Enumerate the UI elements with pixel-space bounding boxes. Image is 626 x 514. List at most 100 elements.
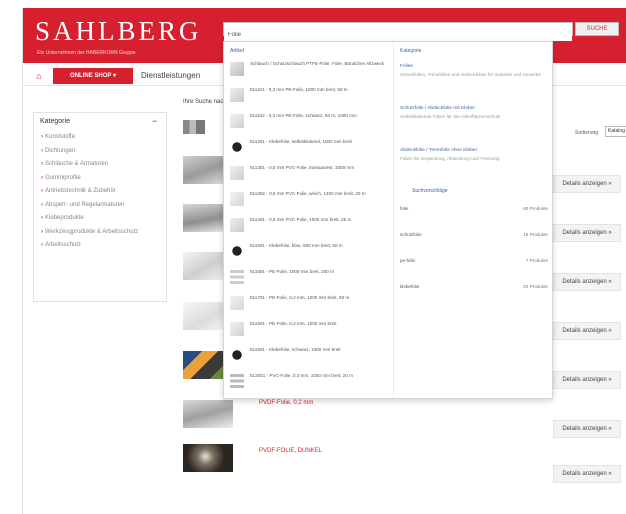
details-button[interactable]: Details anzeigen » xyxy=(553,322,621,340)
details-button[interactable]: Details anzeigen » xyxy=(553,371,621,389)
suggestion-item[interactable]: 511901 - Klebefolie, schwarz, 1000 mm br… xyxy=(230,346,390,372)
suggestion-term-label: klebefolie xyxy=(400,284,420,289)
product-image[interactable] xyxy=(183,444,233,472)
sidebar-item-label: Antriebstechnik & Zubehör xyxy=(45,188,116,194)
product-thumbnail xyxy=(230,192,244,206)
suggestions-heading: Suchvorschläge xyxy=(412,188,448,194)
sidebar-item[interactable]: › Kunststoffe xyxy=(41,133,165,141)
sidebar-item-label: Absperr- und Regelarmaturen xyxy=(45,201,125,208)
categories-heading: Kategorie xyxy=(400,48,422,54)
search-suggestions-dropdown: Artikel Schlauch / Schutzschlauch PTFE-F… xyxy=(223,41,553,399)
sidebar-item[interactable]: › Gummiprofile xyxy=(41,174,165,182)
search-input[interactable] xyxy=(224,29,572,41)
sidebar-item[interactable]: › Dichtungen xyxy=(41,147,165,155)
sidebar-item[interactable]: › Arbeitsschutz xyxy=(41,241,165,249)
product-image[interactable] xyxy=(183,400,233,428)
suggestion-count: 7 Produkte xyxy=(525,258,548,263)
product-thumbnail xyxy=(230,322,244,336)
details-button[interactable]: Details anzeigen » xyxy=(553,465,621,483)
logo[interactable]: SAHLBERG xyxy=(35,16,202,47)
chevron-right-icon: › xyxy=(41,147,43,154)
category-suggestions: Kategorie Folien Schutzfolien, Trennfoli… xyxy=(394,42,554,398)
details-button[interactable]: Details anzeigen » xyxy=(553,273,621,291)
chevron-right-icon: › xyxy=(41,174,43,181)
product-thumbnail xyxy=(230,114,244,128)
product-link[interactable]: PVDF-FOLIE, DUNKEL xyxy=(259,448,322,454)
sidebar-item[interactable]: › Antriebstechnik & Zubehör xyxy=(41,187,165,195)
page: SAHLBERG Ein Unternehmen der HABERKORN G… xyxy=(22,8,626,514)
suggestion-text: 511601 - PE-Folie, 1000 mm breit, 200 m xyxy=(250,269,334,274)
search-field[interactable] xyxy=(223,22,573,41)
category-sidebar: Kategorie − › Kunststoffe › Dichtungen › Sc… xyxy=(33,112,167,302)
nav-link-services[interactable]: Dienstleistungen xyxy=(141,71,200,80)
chevron-right-icon: › xyxy=(41,188,43,194)
suggestion-item[interactable]: 511101 - 0,3 mm PE-Folie, 1000 mm breit,… xyxy=(230,86,390,112)
suggestion-item[interactable]: Schlauch / Schutzschlauch PTFE-Folie, Fo… xyxy=(230,60,390,86)
suggestion-text: 511801 - PE-Folie, 0,2 mm, 1000 mm breit xyxy=(250,321,337,326)
category-link[interactable]: Schutzfolie / Abdeckfolie mit Kleber xyxy=(400,106,475,111)
sidebar-heading: Kategorie xyxy=(40,118,70,125)
logo-subtitle: Ein Unternehmen der HABERKORN Gruppe xyxy=(37,50,136,56)
category-link[interactable]: Folien xyxy=(400,64,413,69)
sidebar-item[interactable]: › Klebeprodukte xyxy=(41,214,165,222)
suggestion-item[interactable]: 511601 - PE-Folie, 1000 mm breit, 200 m xyxy=(230,268,390,294)
details-button[interactable]: Details anzeigen » xyxy=(553,224,621,242)
suggestion-item[interactable]: 511401 - 0,8 mm PVC-Folie, 1000 mm breit… xyxy=(230,216,390,242)
suggestion-item[interactable]: 511102 - 0,3 mm PE-Folie, schwarz, 50 m,… xyxy=(230,112,390,138)
articles-heading: Artikel xyxy=(230,48,244,54)
search-button[interactable]: SUCHE xyxy=(575,22,619,36)
suggestion-term[interactable]: pe-folie 7 Produkte xyxy=(400,258,548,266)
suggestion-term[interactable]: folie 60 Produkte xyxy=(400,206,548,214)
product-thumbnail xyxy=(230,88,244,102)
sidebar-item-label: Klebeprodukte xyxy=(45,215,84,221)
home-icon[interactable]: ⌂ xyxy=(33,69,45,83)
product-thumbnail xyxy=(230,140,244,154)
sidebar-item[interactable]: › Schläuche & Armaturen xyxy=(41,160,165,168)
chevron-right-icon: › xyxy=(41,228,43,235)
category-description: Schutzfolien, Trennfolien und Abdeckfoli… xyxy=(400,72,541,77)
suggestion-item[interactable]: 511701 - PE-Folie, 0,2 mm, 1000 mm breit… xyxy=(230,294,390,320)
product-link[interactable]: PVDF-Folie, 0,2 mm xyxy=(259,400,313,406)
suggestion-text: 511501 - Klebefolie, blau, 500 mm breit,… xyxy=(250,243,343,248)
collapse-icon[interactable]: − xyxy=(152,116,157,126)
details-button[interactable]: Details anzeigen » xyxy=(553,175,621,193)
suggestion-item[interactable]: 512001 - PVC-Folie, 0,3 mm, 1000 mm brei… xyxy=(230,372,390,398)
suggestion-item[interactable]: 511801 - PE-Folie, 0,2 mm, 1000 mm breit xyxy=(230,320,390,346)
sort-select[interactable]: Katalog xyxy=(605,126,626,137)
suggestion-item[interactable]: 511501 - Klebefolie, blau, 500 mm breit,… xyxy=(230,242,390,268)
product-image[interactable] xyxy=(183,120,205,134)
sidebar-item-label: Gummiprofile xyxy=(45,174,81,181)
sidebar-item[interactable]: › Absperr- und Regelarmaturen xyxy=(41,201,165,209)
product-thumbnail xyxy=(230,374,244,388)
suggestion-term-label: pe-folie xyxy=(400,258,416,263)
suggestion-term[interactable]: klebefolie 20 Produkte xyxy=(400,284,548,292)
product-thumbnail xyxy=(230,166,244,180)
chevron-right-icon: › xyxy=(41,161,43,167)
product-thumbnail xyxy=(230,244,244,258)
suggestion-item[interactable]: 511302 - 0,5 mm PVC-Folie, weich, 1400 m… xyxy=(230,190,390,216)
sidebar-item-label: Werkzeugprodukte & Arbeitsschutz xyxy=(45,228,139,235)
chevron-right-icon: › xyxy=(41,134,43,140)
category-list: › Kunststoffe › Dichtungen › Schläuche & Ar… xyxy=(41,133,165,255)
suggestion-text: 511401 - 0,8 mm PVC-Folie, 1000 mm breit… xyxy=(250,217,352,222)
suggestion-item[interactable]: 511301 - 0,5 mm PVC-Folie, transparent, … xyxy=(230,164,390,190)
suggestion-term[interactable]: schutzfolie 18 Produkte xyxy=(400,232,548,240)
category-link[interactable]: Abdeckfolie / Trennfolie ohne Kleber xyxy=(400,148,477,153)
suggestion-text: 511302 - 0,5 mm PVC-Folie, weich, 1400 m… xyxy=(250,191,366,196)
suggestion-term-label: folie xyxy=(400,206,409,211)
chevron-right-icon: › xyxy=(41,201,43,208)
suggestion-count: 18 Produkte xyxy=(523,232,548,237)
suggestion-item[interactable]: 511201 - Klebefolie, selbstklebend, 1000… xyxy=(230,138,390,164)
chevron-down-icon: ▾ xyxy=(112,73,116,79)
sidebar-item-label: Kunststoffe xyxy=(45,134,75,140)
suggestion-text: 511201 - Klebefolie, selbstklebend, 1000… xyxy=(250,139,352,144)
online-shop-label: ONLINE SHOP xyxy=(70,73,112,79)
chevron-right-icon: › xyxy=(41,215,43,221)
online-shop-button[interactable]: ONLINE SHOP ▾ xyxy=(53,68,133,84)
details-button[interactable]: Details anzeigen » xyxy=(553,420,621,438)
suggestion-count: 20 Produkte xyxy=(523,284,548,289)
suggestion-text: 512001 - PVC-Folie, 0,3 mm, 1000 mm brei… xyxy=(250,373,353,378)
sidebar-item-label: Arbeitsschutz xyxy=(45,242,82,248)
sort-label: Sortierung xyxy=(575,130,599,136)
sidebar-item[interactable]: › Werkzeugprodukte & Arbeitsschutz xyxy=(41,228,165,236)
